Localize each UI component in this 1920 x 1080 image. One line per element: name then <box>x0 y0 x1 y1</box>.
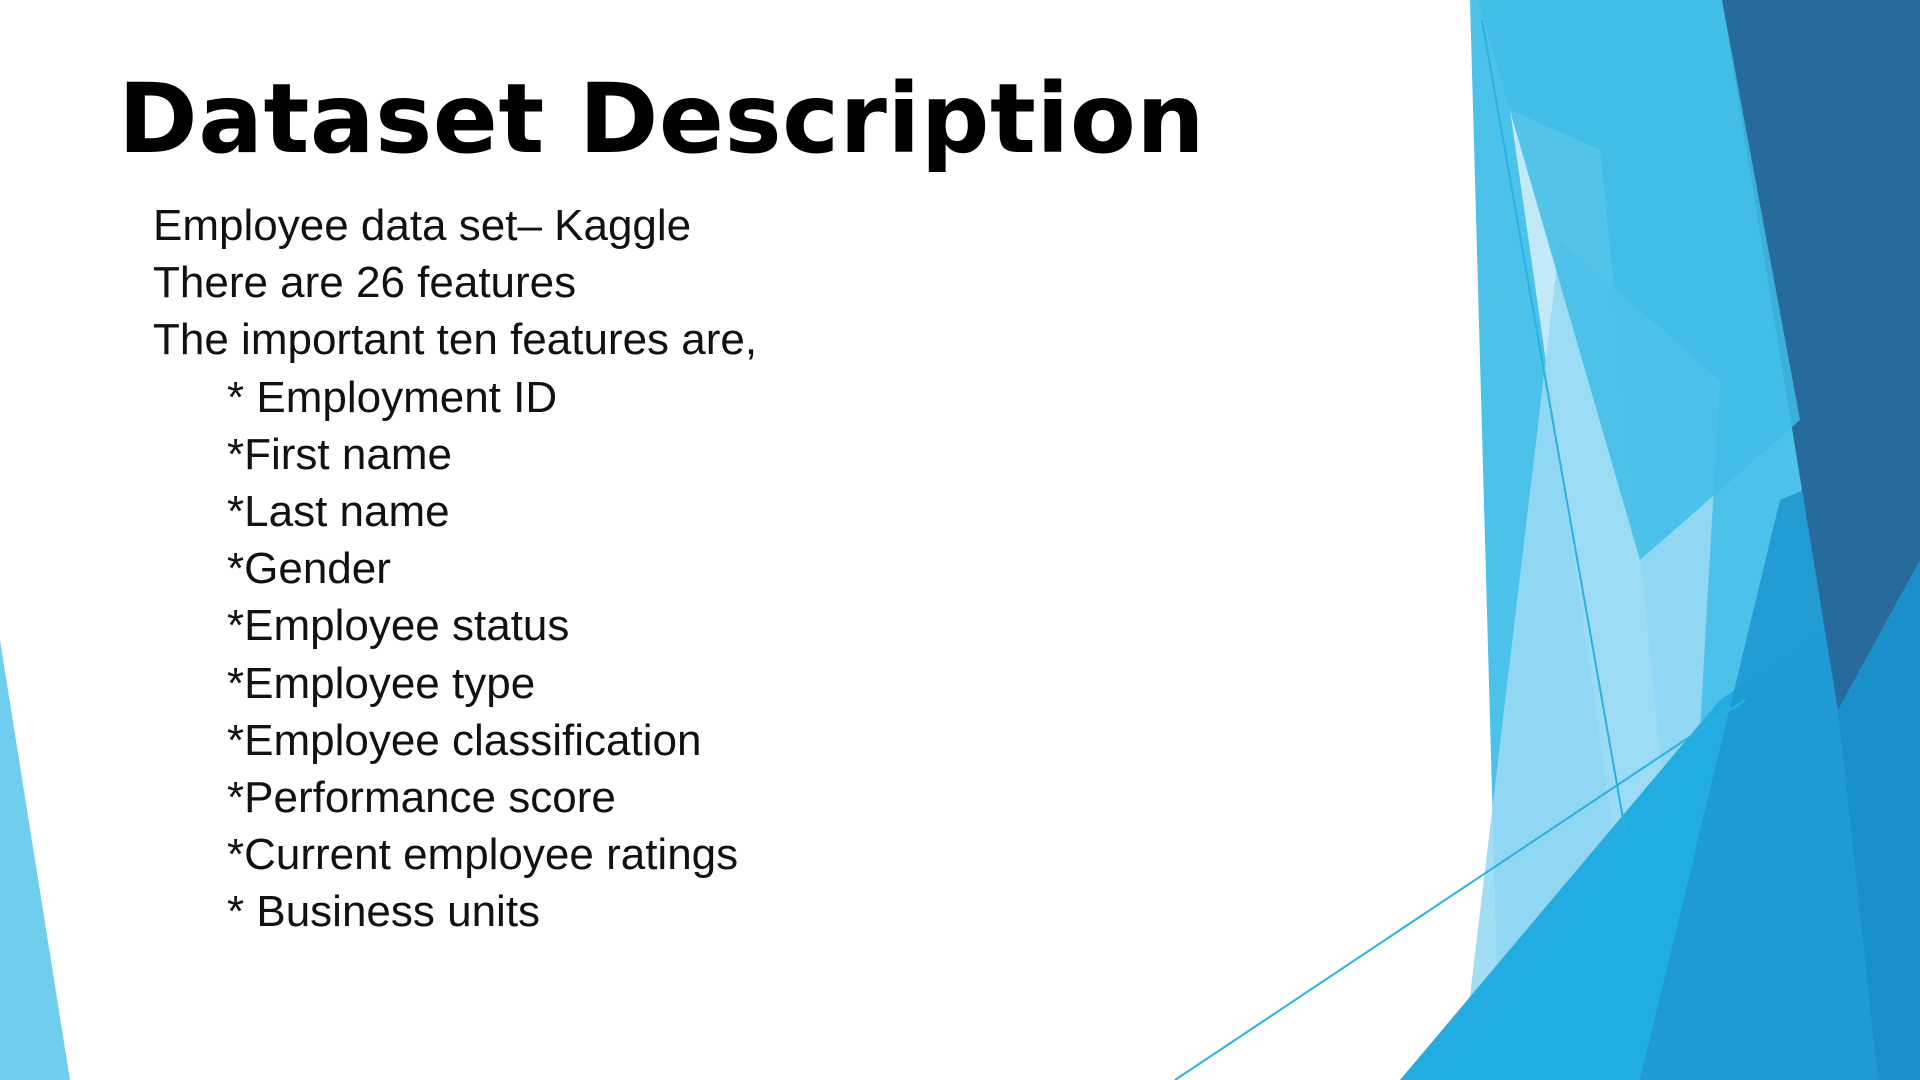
feature-item: * Employment ID <box>227 372 558 422</box>
feature-item: *Employee status <box>227 601 570 651</box>
feature-item: *Performance score <box>227 772 616 822</box>
feature-item: * Business units <box>227 887 541 937</box>
feature-item: *Employee classification <box>227 715 702 765</box>
slide: Dataset Description Employee data set– K… <box>0 0 1920 1080</box>
feature-item: *Gender <box>227 544 391 594</box>
feature-item: *Employee type <box>227 658 536 708</box>
slide-title: Dataset Description <box>118 63 1206 175</box>
feature-item: *First name <box>227 429 452 479</box>
intro-line: Employee data set– Kaggle <box>153 201 692 250</box>
left-edge-facet <box>0 640 70 1080</box>
intro-line: The important ten features are, <box>153 315 758 365</box>
feature-item: *Last name <box>227 486 450 536</box>
intro-line: There are 26 features <box>153 258 577 308</box>
feature-item: *Current employee ratings <box>227 830 739 880</box>
slide-body: Employee data set– Kaggle There are 26 f… <box>153 197 757 940</box>
